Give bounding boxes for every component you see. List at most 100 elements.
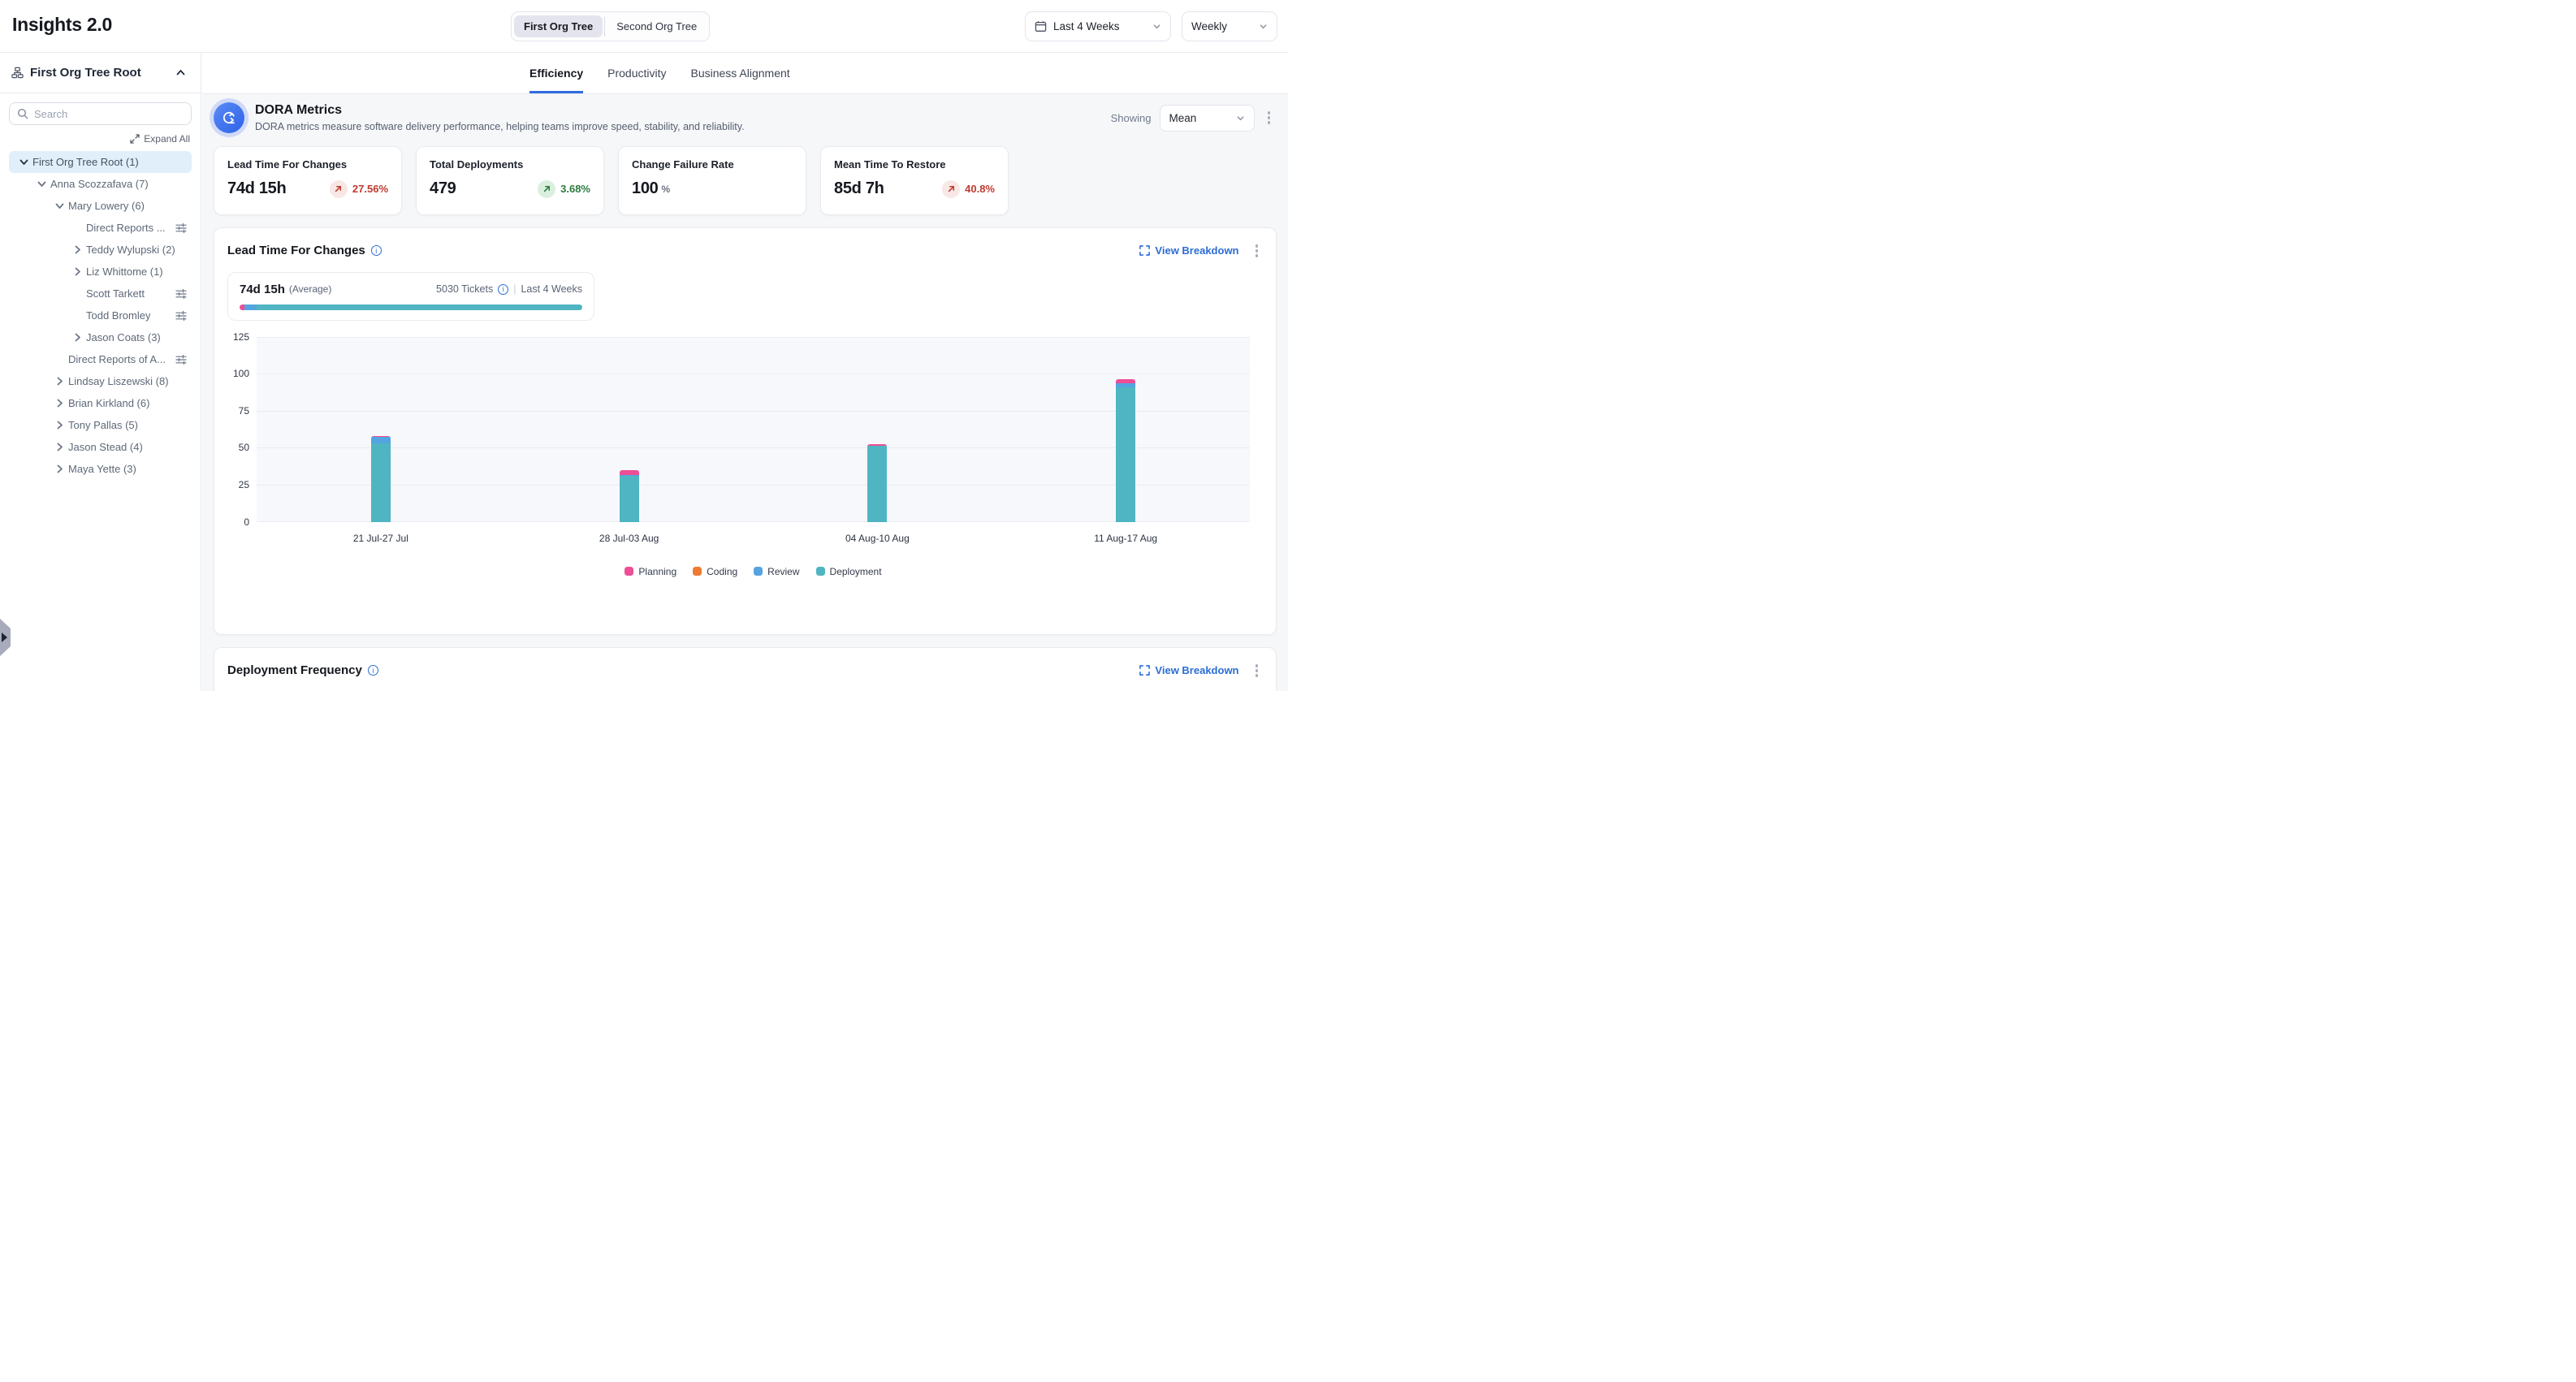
- org-tab-second[interactable]: Second Org Tree: [607, 15, 707, 37]
- summary-average-label: (Average): [289, 283, 331, 295]
- lead-time-menu-kebab-icon[interactable]: [1251, 241, 1264, 261]
- org-chart-icon: [11, 67, 24, 79]
- tab-productivity[interactable]: Productivity: [607, 53, 666, 93]
- chevron-right-icon[interactable]: [54, 376, 65, 387]
- tree-item-label: Todd Bromley: [86, 309, 150, 322]
- showing-label: Showing: [1111, 112, 1152, 124]
- stacked-bar-28-Jul-03-Aug[interactable]: [620, 470, 639, 521]
- tree-item[interactable]: Jason Stead (4): [9, 436, 192, 458]
- expand-icon: [1139, 245, 1150, 256]
- tree-item[interactable]: Liz Whittome (1): [9, 261, 192, 283]
- showing-controls: Showing Mean: [1111, 105, 1275, 132]
- filter-sliders-icon[interactable]: [175, 288, 187, 300]
- chevron-down-icon[interactable]: [37, 179, 47, 189]
- chevron-right-icon[interactable]: [72, 332, 83, 343]
- dora-menu-kebab-icon[interactable]: [1263, 108, 1276, 127]
- stacked-bar-04-Aug-10-Aug[interactable]: [867, 444, 887, 522]
- collapse-chevron-up-icon[interactable]: [175, 67, 186, 78]
- chart-plot-area: 21 Jul-27 Jul28 Jul-03 Aug04 Aug-10 Aug1…: [257, 337, 1250, 522]
- metric-value: 85d 7h: [834, 179, 884, 198]
- trend-up-arrow-icon: [330, 180, 348, 198]
- view-breakdown-button[interactable]: View Breakdown: [1139, 244, 1238, 257]
- view-breakdown-label: View Breakdown: [1155, 664, 1238, 676]
- legend-item-deployment[interactable]: Deployment: [816, 566, 882, 577]
- tree-item-label: Jason Coats (3): [86, 331, 161, 343]
- x-tick-label: 21 Jul-27 Jul: [353, 533, 408, 544]
- deployment-frequency-title: Deployment Frequency: [227, 663, 362, 677]
- trend-up-arrow-icon: [942, 180, 960, 198]
- metric-delta-badge: 3.68%: [538, 180, 590, 198]
- tree-item[interactable]: Maya Yette (3): [9, 458, 192, 480]
- tree-item[interactable]: Scott Tarkett: [9, 283, 192, 304]
- phase-distribution-bar: [240, 304, 582, 310]
- top-header: Insights 2.0 First Org Tree Second Org T…: [0, 0, 1288, 53]
- chevron-down-icon[interactable]: [54, 201, 65, 211]
- search-input[interactable]: [34, 108, 184, 120]
- org-tree-switcher: First Org Tree Second Org Tree: [511, 11, 710, 41]
- expand-all-button[interactable]: Expand All: [0, 133, 190, 145]
- granularity-select[interactable]: Weekly: [1182, 11, 1277, 41]
- tab-bar: Efficiency Productivity Business Alignment: [202, 53, 1288, 94]
- summary-meta: 5030 Tickets i | Last 4 Weeks: [436, 283, 582, 295]
- tree-item[interactable]: Mary Lowery (6): [9, 195, 192, 217]
- bar-segment-review: [371, 437, 391, 443]
- y-tick-label: 25: [227, 479, 249, 490]
- x-tick-label: 11 Aug-17 Aug: [1094, 533, 1157, 544]
- tab-efficiency[interactable]: Efficiency: [529, 53, 583, 93]
- filter-sliders-icon[interactable]: [175, 310, 187, 322]
- info-icon[interactable]: i: [371, 245, 382, 256]
- tree-item[interactable]: Anna Scozzafava (7): [9, 173, 192, 195]
- x-tick-label: 28 Jul-03 Aug: [599, 533, 659, 544]
- chevron-right-icon[interactable]: [72, 244, 83, 255]
- org-tab-first[interactable]: First Org Tree: [514, 15, 603, 37]
- chevron-right-icon[interactable]: [54, 398, 65, 408]
- metric-title: Mean Time To Restore: [834, 158, 995, 171]
- tree-item[interactable]: Jason Coats (3): [9, 326, 192, 348]
- expand-icon: [1139, 665, 1150, 676]
- aggregation-select[interactable]: Mean: [1160, 105, 1255, 132]
- chevron-right-icon[interactable]: [54, 442, 65, 452]
- filter-sliders-icon[interactable]: [175, 354, 187, 365]
- tree-item[interactable]: Direct Reports ...: [9, 217, 192, 239]
- chevron-down-icon[interactable]: [19, 157, 29, 167]
- tree-item[interactable]: First Org Tree Root (1): [9, 151, 192, 173]
- legend-item-coding[interactable]: Coding: [693, 566, 737, 577]
- summary-row: 74d 15h (Average) 5030 Tickets i | Last …: [240, 283, 582, 296]
- chart-legend: Planning Coding Review Deployment: [257, 566, 1250, 577]
- search-box: [9, 102, 192, 125]
- filter-sliders-icon[interactable]: [175, 222, 187, 234]
- tree-item[interactable]: Tony Pallas (5): [9, 414, 192, 436]
- stacked-bar-11-Aug-17-Aug[interactable]: [1116, 379, 1135, 521]
- tree-item-label: Brian Kirkland (6): [68, 397, 149, 409]
- stacked-bar-21-Jul-27-Jul[interactable]: [371, 436, 391, 522]
- view-breakdown-button[interactable]: View Breakdown: [1139, 664, 1238, 676]
- x-tick-label: 04 Aug-10 Aug: [845, 533, 910, 544]
- legend-item-planning[interactable]: Planning: [625, 566, 676, 577]
- tree-item[interactable]: Teddy Wylupski (2): [9, 239, 192, 261]
- bar-segment-deployment: [371, 443, 391, 522]
- tree-item[interactable]: Brian Kirkland (6): [9, 392, 192, 414]
- tree-item[interactable]: Todd Bromley: [9, 304, 192, 326]
- dora-title: DORA Metrics: [255, 103, 745, 118]
- tree-item[interactable]: Lindsay Liszewski (8): [9, 370, 192, 392]
- chevron-right-icon[interactable]: [72, 266, 83, 277]
- date-range-select[interactable]: Last 4 Weeks: [1025, 11, 1171, 41]
- gridline: [257, 411, 1250, 412]
- chevron-right-icon[interactable]: [54, 420, 65, 430]
- bar-segment-deployment: [620, 476, 639, 522]
- tab-business-alignment[interactable]: Business Alignment: [691, 53, 790, 93]
- lead-time-actions: View Breakdown: [1139, 241, 1263, 261]
- bar-segment-deployment: [867, 446, 887, 522]
- chevron-right-icon[interactable]: [54, 464, 65, 474]
- tree-item-label: Mary Lowery (6): [68, 200, 145, 212]
- info-icon[interactable]: i: [498, 284, 508, 295]
- deployment-frequency-menu-kebab-icon[interactable]: [1251, 661, 1264, 680]
- legend-item-review[interactable]: Review: [754, 566, 799, 577]
- tree-item[interactable]: Direct Reports of A...: [9, 348, 192, 370]
- phase-segment-deployment: [257, 304, 582, 310]
- chevron-down-icon: [1259, 22, 1268, 31]
- legend-label: Review: [767, 566, 799, 577]
- org-tree-sidebar: First Org Tree Root Expand All First Org…: [0, 53, 201, 691]
- y-tick-label: 100: [227, 368, 249, 379]
- info-icon[interactable]: i: [368, 665, 378, 676]
